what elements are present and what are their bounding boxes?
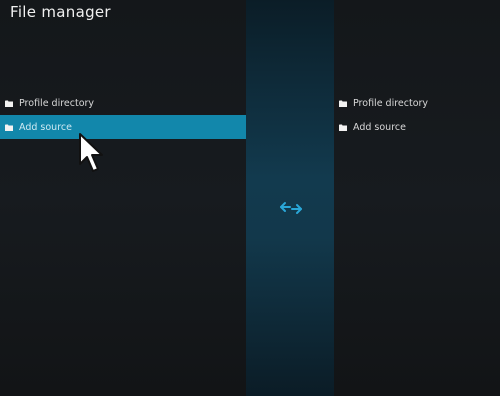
mouse-pointer-icon [79, 133, 103, 172]
right-item-add-source[interactable]: Add source [334, 115, 500, 139]
left-file-list: Profile directory Add source [0, 91, 246, 139]
folder-icon [339, 124, 347, 131]
right-item-label: Profile directory [353, 97, 429, 109]
pane-divider [246, 0, 334, 396]
left-item-label: Profile directory [19, 97, 95, 109]
swap-arrows-icon[interactable] [279, 199, 303, 217]
left-item-label: Add source [19, 121, 72, 133]
right-file-list: Profile directory Add source [334, 91, 500, 139]
left-item-profile-directory[interactable]: Profile directory [0, 91, 246, 115]
file-manager-screen: File manager Profile directory Add sourc… [0, 0, 500, 396]
folder-icon [5, 100, 13, 107]
right-item-label: Add source [353, 121, 406, 133]
left-item-add-source[interactable]: Add source [0, 115, 246, 139]
left-pane: Profile directory Add source [0, 0, 246, 396]
right-item-profile-directory[interactable]: Profile directory [334, 91, 500, 115]
folder-icon [5, 124, 13, 131]
folder-icon [339, 100, 347, 107]
right-pane: Profile directory Add source [334, 0, 500, 396]
